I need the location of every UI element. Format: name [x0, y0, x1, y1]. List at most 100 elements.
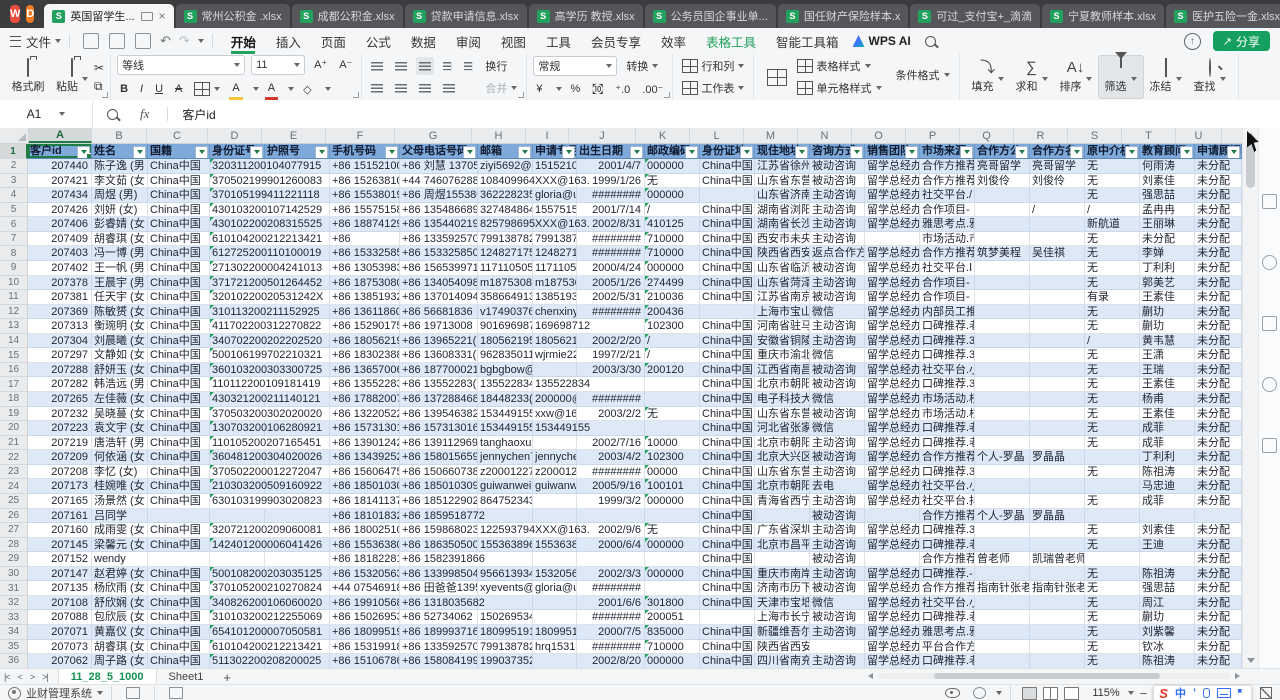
cell-B5[interactable]: 刘妍 (女) — [92, 203, 148, 218]
cell-D18[interactable]: 430321200211140121 — [210, 392, 265, 407]
cell-style-button[interactable]: 单元格样式 — [794, 79, 884, 97]
sort-button[interactable]: A↓排序 — [1054, 56, 1098, 98]
cell-C7[interactable]: China中国 — [148, 232, 210, 247]
cell-T28[interactable]: 王迪 — [1140, 538, 1195, 553]
cell-C14[interactable]: China中国 — [148, 334, 210, 349]
cell-I18[interactable]: 200000@qq( — [533, 392, 577, 407]
cell-R2[interactable]: 亮哥留学 — [1030, 159, 1085, 174]
document-tab[interactable]: S英国留学生...× — [44, 4, 173, 28]
cell-S16[interactable]: 无 — [1085, 363, 1140, 378]
cell-M12[interactable]: 上海市宝山 — [755, 305, 810, 320]
cell-H20[interactable]: 153449155 — [478, 421, 533, 436]
cell-F36[interactable]: +86 15106786 — [330, 654, 400, 668]
cell-S22[interactable] — [1085, 450, 1140, 465]
cell-H12[interactable]: v17490376 — [478, 305, 533, 320]
header-cell-M1[interactable]: 现住地址 — [755, 144, 810, 159]
sum-button[interactable]: ∑求和 — [1010, 56, 1054, 98]
cell-R26[interactable]: 罗晶晶 — [1030, 509, 1085, 524]
cell-A10[interactable]: 207378 — [28, 276, 92, 291]
last-sheet-button[interactable]: >| — [42, 672, 48, 682]
menu-tab-工具[interactable]: 工具 — [536, 28, 581, 54]
cell-P5[interactable]: 合作项目- — [920, 203, 975, 218]
cell-P22[interactable]: 合作方推荐 — [920, 450, 975, 465]
cell-Q18[interactable] — [975, 392, 1030, 407]
cell-M6[interactable]: 湖南省长沙 — [755, 217, 810, 232]
cell-N32[interactable]: 微信 — [810, 596, 865, 611]
cell-O20[interactable]: 留学总经办 — [865, 421, 920, 436]
header-cell-U1[interactable]: 申请顾问 — [1195, 144, 1242, 159]
cell-R13[interactable] — [1030, 319, 1085, 334]
cell-H22[interactable]: jennychen7 — [478, 450, 533, 465]
cell-R10[interactable] — [1030, 276, 1085, 291]
row-header-31[interactable]: 31 — [0, 581, 28, 596]
outline-icon[interactable] — [169, 687, 183, 699]
cell-N10[interactable]: 主动咨询 — [810, 276, 865, 291]
cell-G28[interactable]: +86 1863505000 — [400, 538, 478, 553]
cell-J18[interactable]: ######## — [577, 392, 645, 407]
cell-A18[interactable]: 207265 — [28, 392, 92, 407]
cell-G9[interactable]: +86 1565399710 — [400, 261, 478, 276]
cell-U25[interactable]: 未分配 — [1195, 494, 1242, 509]
align-top-icon[interactable] — [368, 57, 386, 75]
cell-R20[interactable] — [1030, 421, 1085, 436]
cell-T35[interactable]: 钦冰 — [1140, 640, 1195, 655]
header-cell-N1[interactable]: 咨询方式 — [810, 144, 865, 159]
cell-H32[interactable] — [478, 596, 533, 611]
cell-O3[interactable]: 留学总经办 — [865, 174, 920, 189]
cell-N9[interactable]: 被动咨询 — [810, 261, 865, 276]
cell-Q30[interactable] — [975, 567, 1030, 582]
cell-F25[interactable]: +86 18141137 — [330, 494, 400, 509]
column-header-P[interactable]: P — [906, 128, 960, 143]
cell-G18[interactable]: +86 1372884680 — [400, 392, 478, 407]
header-cell-C1[interactable]: 国籍 — [148, 144, 210, 159]
cell-Q19[interactable] — [975, 407, 1030, 422]
cell-S35[interactable]: 无 — [1085, 640, 1140, 655]
row-header-13[interactable]: 13 — [0, 319, 28, 334]
cell-P19[interactable]: 市场活动.校 — [920, 407, 975, 422]
row-header-33[interactable]: 33 — [0, 610, 28, 625]
cell-F17[interactable]: +86 13552283 — [330, 377, 400, 392]
filter-dropdown-icon[interactable] — [630, 146, 643, 159]
cell-A5[interactable]: 207426 — [28, 203, 92, 218]
row-header-8[interactable]: 8 — [0, 246, 28, 261]
cell-R23[interactable] — [1030, 465, 1085, 480]
cell-O35[interactable]: 留学总经办 — [865, 640, 920, 655]
cell-N17[interactable]: 被动咨询 — [810, 377, 865, 392]
menu-tab-插入[interactable]: 插入 — [266, 28, 311, 54]
header-cell-H1[interactable]: 邮箱 — [478, 144, 533, 159]
cell-J35[interactable]: ######## — [577, 640, 645, 655]
row-header-28[interactable]: 28 — [0, 538, 28, 553]
clear-format-button[interactable]: ◇ — [300, 80, 314, 98]
cell-B29[interactable]: wendy — [92, 552, 148, 567]
cell-U31[interactable]: 未分配 — [1195, 581, 1242, 596]
cell-I28[interactable]: 155363896 — [533, 538, 577, 553]
cell-P25[interactable]: 社交平台.抖 — [920, 494, 975, 509]
filter-dropdown-icon[interactable] — [77, 146, 90, 159]
cell-L31[interactable]: China中国 — [700, 581, 755, 596]
cell-M17[interactable]: 北京市朝阳 — [755, 377, 810, 392]
cell-T11[interactable]: 王素佳 — [1140, 290, 1195, 305]
cell-A19[interactable]: 207232 — [28, 407, 92, 422]
cell-A14[interactable]: 207304 — [28, 334, 92, 349]
cell-B21[interactable]: 唐浩轩 (男 — [92, 436, 148, 451]
cell-S21[interactable]: 无 — [1085, 436, 1140, 451]
filter-dropdown-icon[interactable] — [740, 146, 753, 159]
cell-K30[interactable]: 000000 — [645, 567, 700, 582]
column-header-E[interactable]: E — [262, 128, 326, 143]
cell-K4[interactable]: 000000 — [645, 188, 700, 203]
cell-A31[interactable]: 207135 — [28, 581, 92, 596]
cell-G12[interactable]: +86 56681836 — [400, 305, 478, 320]
worksheet-button[interactable]: 工作表 — [679, 79, 747, 97]
menu-tab-公式[interactable]: 公式 — [356, 28, 401, 54]
cell-I25[interactable] — [533, 494, 577, 509]
cell-U22[interactable]: 未分配 — [1195, 450, 1242, 465]
cell-D20[interactable]: 130703200106280921 — [210, 421, 265, 436]
cell-L16[interactable]: China中国 — [700, 363, 755, 378]
cell-L7[interactable]: China中国 — [700, 232, 755, 247]
cell-D23[interactable]: 370502200012272047 — [210, 465, 265, 480]
indent-increase-icon[interactable] — [461, 57, 476, 75]
fullscreen-icon[interactable] — [1260, 687, 1272, 699]
cell-J26[interactable] — [577, 509, 645, 524]
cell-S31[interactable]: 无 — [1085, 581, 1140, 596]
cell-D6[interactable]: 430102200208315525 — [210, 217, 265, 232]
